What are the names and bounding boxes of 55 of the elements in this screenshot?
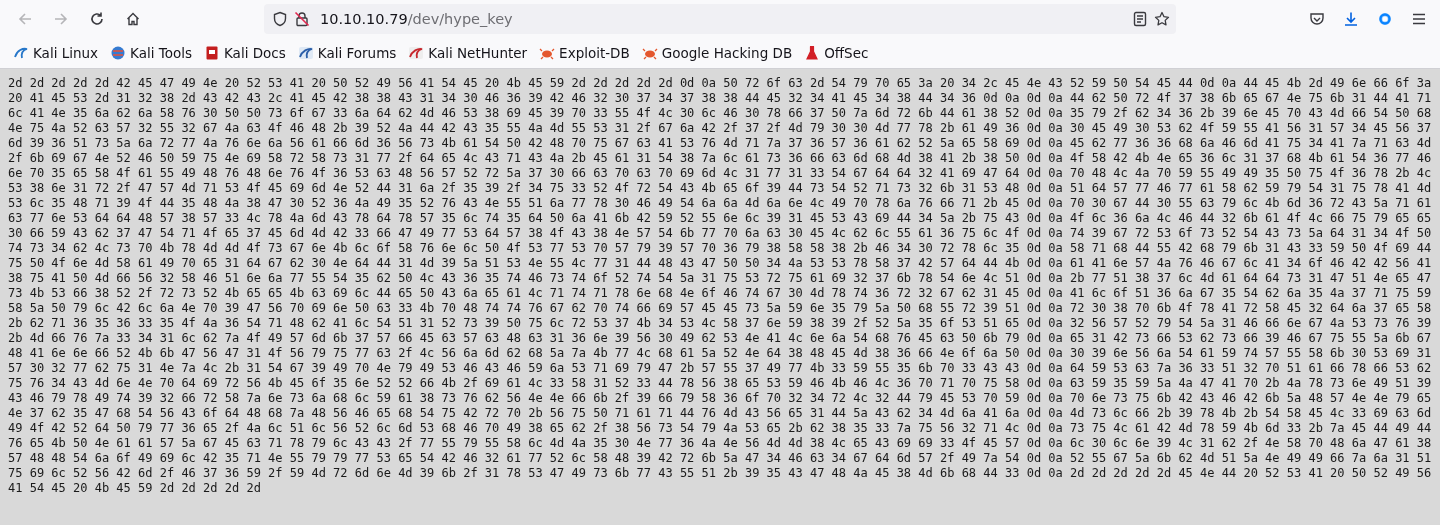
flask-icon [804,45,821,61]
bookmark-link[interactable]: OffSec [799,42,874,64]
pocket-icon [1309,11,1325,27]
hex-text-line: 75 50 4f 6e 4d 58 61 49 70 65 31 64 67 62 30 4e 64 44 31 4d 39 5a 51 53 4e 55 4c 77 31 44 48 43 47 50 50 34 4a 53 53 78 58 37 42 57 64 44 4b 0d 0a 61 41 6e 57 4a 76 46 67 6c 41 34 6f 46 42 42 56 41 [8,256,1432,271]
bookmark-link[interactable]: Kali NetHunter [403,42,533,64]
hex-text-line: 43 46 79 78 49 74 39 32 66 72 58 7a 6e 73 6a 68 6c 59 61 38 73 76 62 56 4e 4e 66 6b 2f 39 66 79 58 36 6f 70 32 34 72 4c 32 44 79 45 53 70 59 0d 0a 70 6e 73 75 6b 42 43 46 42 6b 5a 48 57 4e 4e 79 65 [8,391,1432,406]
hex-text-line: 2b 4d 66 76 7a 33 34 31 6c 62 7a 4f 49 57 6d 6b 37 57 66 45 63 57 63 48 63 31 36 6e 39 56 30 49 62 53 4e 41 4c 6e 6a 54 68 76 45 63 50 6b 79 0d 0a 65 31 42 73 66 53 62 73 66 39 46 67 75 55 5a 6b 67 [8,331,1432,346]
bookmark-link[interactable]: Kali Linux [8,42,104,64]
download-icon [1343,11,1359,27]
bookmark-link[interactable]: Kali Docs [199,42,291,64]
home-icon [125,11,141,27]
hex-text-line: 2f 6b 69 67 4e 52 46 50 59 75 4e 69 58 72 58 73 31 77 2f 64 65 4c 43 71 43 4a 2b 45 61 31 54 38 7a 6c 61 73 36 66 63 6d 68 4d 38 41 2b 38 50 0d 0a 4f 58 42 4b 4e 65 36 6c 31 37 68 4b 61 54 36 77 46 [8,151,1432,166]
hex-text-line: 38 75 41 50 4d 66 56 32 58 46 51 6e 6a 77 55 54 35 62 50 4c 43 36 35 74 46 73 74 6f 52 74 54 5a 31 75 53 72 75 61 69 32 37 6b 78 54 6e 4c 51 0d 0a 2b 77 51 38 37 6c 4d 61 64 64 73 31 47 51 4e 65 47 [8,271,1432,286]
hex-text-line: 58 5a 50 79 6c 42 6c 6a 4e 70 39 47 56 70 69 6e 50 63 33 4b 70 48 74 74 76 67 62 70 74 66 69 57 45 45 73 5a 59 6e 35 79 5a 50 68 55 72 39 51 0d 0a 72 30 38 70 6b 4f 78 41 72 58 45 32 64 6a 37 65 58 [8,301,1432,316]
reader-view-icon[interactable] [1132,11,1148,27]
menu-icon [1411,11,1427,27]
reload-icon [89,11,105,27]
hex-text-line: 74 73 34 62 4c 73 70 4b 78 4d 4d 4f 73 67 6e 4b 6c 6f 58 76 6e 6c 50 4f 53 77 53 70 57 79 39 57 70 36 79 38 58 58 38 2b 46 34 30 72 78 6c 35 0d 0a 58 71 68 44 55 42 68 79 6b 31 43 33 59 50 4f 69 44 [8,241,1432,256]
forward-arrow-icon [53,11,69,27]
hex-text-line: 2d 2d 2d 2d 2d 42 45 47 49 4e 20 52 53 41 20 50 52 49 56 41 54 45 20 4b 45 59 2d 2d 2d 2d 2d 0d 0a 50 72 6f 63 2d 54 79 70 65 3a 20 34 2c 45 4e 43 52 59 50 54 45 44 0d 0a 44 45 4b 2d 49 6e 66 6f 3a [8,76,1432,91]
globe-icon [110,45,127,61]
hex-text-line: 53 6c 35 48 71 39 4f 44 35 48 4a 38 47 30 52 36 4a 49 35 52 76 43 4e 55 51 6a 77 78 30 46 49 54 6a 6a 4d 6a 6e 4c 49 70 78 6a 76 66 71 2b 45 0d 0a 70 30 67 44 30 55 63 79 6c 4b 6d 36 72 43 5a 71 61 [8,196,1432,211]
hex-text-line: 6d 39 36 51 73 5a 6a 72 77 4a 76 6e 6a 56 61 66 6d 36 56 73 4b 61 54 50 42 48 70 75 67 63 41 53 76 4d 71 7a 37 36 57 36 61 62 52 5a 65 58 69 0d 0a 45 62 77 36 36 68 6a 46 6d 41 75 34 41 7a 71 63 4d [8,136,1432,151]
star-icon[interactable] [1154,11,1170,27]
bookmark-link[interactable]: Google Hacking DB [636,42,798,64]
bookmark-link[interactable]: Exploit-DB [534,42,635,64]
ring-icon [1377,11,1393,27]
hex-text-line: 4e 75 4a 52 63 57 32 55 32 67 4a 63 4f 46 48 2b 39 52 4a 44 42 43 35 55 4a 4d 55 53 31 2f 67 6a 42 2f 37 2f 4d 79 30 30 4d 77 78 2b 61 49 36 0d 0a 30 45 49 30 53 62 4f 59 55 41 56 31 57 34 45 56 37 [8,121,1432,136]
hex-text-line: 76 65 4b 50 4e 61 61 57 5a 67 45 63 71 78 79 6c 43 43 2f 77 55 79 55 58 6c 4d 4a 35 30 4e 77 36 4a 4e 56 4d 4d 38 4c 65 43 69 69 33 4f 45 57 0d 0a 6c 30 6c 6e 39 4c 31 62 2f 4e 58 70 48 6a 47 61 38 [8,436,1432,451]
hex-text-line: 57 30 32 77 62 75 31 4e 7a 4c 2b 31 54 67 39 49 70 4e 79 49 53 46 43 46 59 6a 53 71 69 79 47 2b 57 55 37 49 77 4b 33 59 55 35 6b 70 33 43 43 0d 0a 64 59 53 63 7a 36 33 51 32 70 51 61 66 78 66 53 62 [8,361,1432,376]
book-icon [204,45,220,61]
hex-text-line: 30 66 59 43 62 37 47 54 71 4f 65 37 45 6d 4d 42 33 66 47 49 77 53 64 57 38 4f 43 38 4e 57 54 6b 77 70 6a 63 30 45 4c 62 6c 55 61 36 75 6c 4f 0d 0a 74 39 67 72 53 6f 73 52 54 43 73 5a 64 31 34 4f 50 [8,226,1432,241]
swirl-icon [408,45,425,61]
hex-text-line: 41 54 45 20 4b 45 59 2d 2d 2d 2d 2d [8,481,261,496]
back-arrow-icon [17,11,33,27]
swirl-icon [297,45,314,61]
crossed-lock-icon[interactable] [294,11,310,27]
hex-text-line: 6c 41 4e 35 6a 62 6a 58 76 30 50 50 73 6f 67 33 6a 64 62 4d 46 53 38 69 45 39 70 33 55 4f 4c 30 6c 46 30 78 66 37 50 7a 6d 72 6b 44 61 38 52 0d 0a 35 79 2f 62 34 36 2b 39 6e 45 70 43 4d 66 54 50 68 [8,106,1432,121]
hex-text-line: 75 69 6c 52 56 42 6d 2f 46 37 36 59 2f 59 4d 72 6d 6e 4d 39 6b 2f 31 78 53 47 49 73 6b 77 43 55 51 2b 39 35 43 47 48 4a 45 38 4d 6b 68 44 33 0d 0a 2d 2d 2d 2d 2d 45 4e 44 20 52 53 41 20 50 52 49 56 [8,466,1432,481]
hex-text-line: 53 38 6e 31 72 2f 47 57 4d 71 53 4f 45 69 6d 4e 52 44 31 6a 2f 35 39 2f 34 75 33 52 4f 72 54 43 4b 65 6f 39 44 73 54 52 71 73 32 6b 31 53 48 0d 0a 51 64 57 77 46 77 61 58 62 59 79 54 31 75 78 41 4d [8,181,1432,196]
bookmark-link[interactable]: Kali Tools [105,42,197,64]
hex-text-line: 48 41 6e 6e 66 52 4b 6b 47 56 47 31 4f 56 79 75 77 63 2f 4c 56 6a 6d 62 68 5a 7a 4b 77 4c 68 61 5a 52 4e 64 38 48 45 4d 38 36 66 4e 6f 6a 50 0d 0a 30 39 6e 56 6a 54 61 59 74 57 55 58 6b 30 53 69 31 [8,346,1432,361]
hex-text-line: 49 4f 42 52 64 50 79 77 36 65 2f 4a 6c 51 6c 56 52 6c 6d 53 68 46 70 49 38 65 62 2f 38 56 73 54 79 4a 53 65 2b 62 38 35 33 7a 75 56 32 71 4c 0d 0a 73 75 4c 61 42 4d 78 59 4b 6d 33 2b 7a 45 44 49 44 [8,421,1432,436]
bookmark-link[interactable]: Kali Forums [292,42,402,64]
hex-text-line: 4e 37 62 35 47 68 54 56 43 6f 64 48 68 7a 48 56 46 65 68 54 75 42 72 70 2b 56 75 50 71 61 71 44 76 4d 43 56 65 31 44 5a 43 62 34 4d 6a 41 6a 0d 0a 4d 73 6c 66 2b 39 78 4b 2b 54 58 45 4c 33 69 63 6d [8,406,1432,421]
hex-text-line: 57 48 48 54 6a 6f 49 69 6c 42 35 71 4e 55 79 79 77 53 65 54 42 46 32 61 77 52 6c 58 48 39 42 72 6b 5a 47 34 46 63 34 67 64 6d 57 2f 49 7a 54 0d 0a 52 55 67 5a 6b 62 4d 51 5a 4e 49 49 66 7a 6a 31 51 [8,451,1432,466]
hex-text-line: 20 41 45 53 2d 31 32 38 2d 43 42 43 2c 41 45 42 38 38 43 31 34 30 46 36 39 42 46 32 30 37 34 37 38 38 44 45 32 34 41 45 34 38 44 34 36 0d 0a 0d 0a 44 62 50 72 4f 37 38 6b 65 67 4e 75 6b 31 44 41 71 [8,91,1432,106]
hex-text-line: 75 76 34 43 4d 6e 4e 70 64 69 72 56 4b 45 6f 35 6e 52 52 66 4b 2f 69 61 4c 33 58 31 52 33 44 78 56 38 65 53 59 46 4b 46 4c 36 70 71 70 75 58 0d 0a 63 59 35 59 5a 4a 47 41 70 2b 4a 78 73 6e 49 51 39 [8,376,1432,391]
hex-text-line: 73 4b 53 66 38 52 2f 72 73 52 4b 65 65 4b 63 69 6c 44 65 50 43 6a 65 61 4c 71 74 71 78 6e 68 4e 6f 46 74 67 30 4d 78 74 36 72 32 67 62 31 45 0d 0a 41 6c 6f 51 36 6a 67 35 54 62 6a 35 4a 37 71 75 59 [8,286,1432,301]
shield-icon[interactable] [272,11,288,27]
address-bar[interactable]: 10.10.10.79/dev/hype_key [264,4,1176,34]
hex-text-line: 6e 70 35 65 58 4f 61 55 49 48 76 48 6e 76 4f 36 53 63 48 56 57 52 72 5a 37 30 66 63 70 63 70 69 6d 4c 31 77 31 33 54 67 64 64 32 41 69 47 64 0d 0a 70 48 4c 4a 70 59 55 49 49 35 50 75 4f 36 78 2b 4c [8,166,1432,181]
swirl-icon [13,45,29,61]
hex-text-line: 63 77 6e 53 64 64 48 57 38 57 33 4c 78 4a 6d 43 78 64 78 57 35 6c 74 35 64 50 6a 41 6b 42 59 52 55 6e 6c 39 31 45 53 43 69 44 34 5a 2b 75 43 0d 0a 4f 6c 36 6a 4c 46 44 32 6b 61 4f 4c 66 75 79 65 65 [8,211,1432,226]
hex-text-line: 2b 62 71 36 35 36 33 35 4f 4a 36 54 71 48 62 41 6c 54 51 31 52 73 39 50 75 6c 72 53 37 4b 34 53 4c 58 37 6e 59 38 39 2f 52 5a 35 6f 53 51 65 0d 0a 32 56 57 52 79 54 5a 31 46 66 6e 67 4a 53 73 76 39 [8,316,1432,331]
